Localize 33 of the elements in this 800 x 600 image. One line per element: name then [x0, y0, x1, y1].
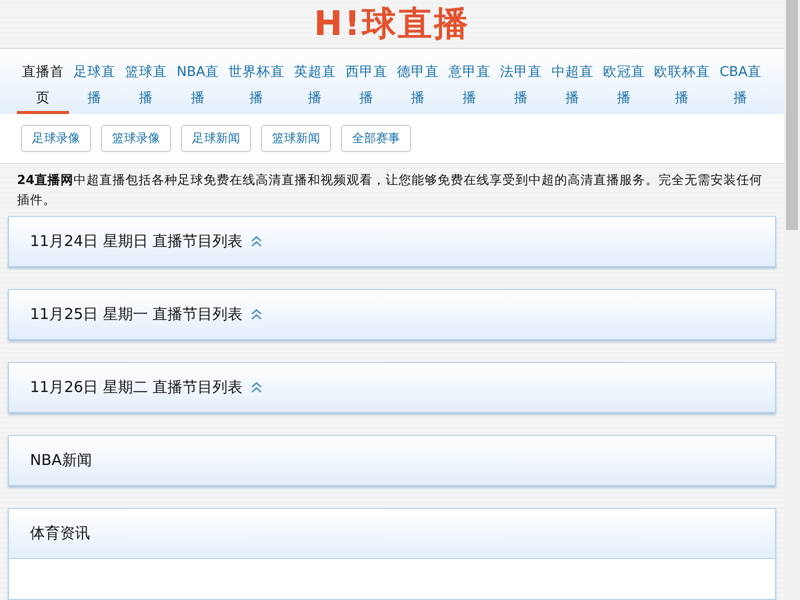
panel-title: 11月26日 星期二 直播节目列表	[30, 378, 243, 397]
chevron-up-icon[interactable]	[250, 382, 262, 393]
nav-tab[interactable]: 西甲直播	[340, 49, 392, 114]
category-link[interactable]: 篮球录像	[101, 125, 171, 152]
nav-tab[interactable]: 德甲直播	[392, 49, 444, 114]
panel-header[interactable]: 11月25日 星期一 直播节目列表	[9, 290, 775, 339]
panel-title: NBA新闻	[30, 451, 92, 470]
panel-header[interactable]: 11月24日 星期日 直播节目列表	[9, 217, 775, 266]
category-link[interactable]: 足球录像	[21, 125, 91, 152]
nav-tab[interactable]: 中超直播	[546, 49, 598, 114]
category-link[interactable]: 全部赛事	[341, 125, 411, 152]
category-link[interactable]: 足球新闻	[181, 125, 251, 152]
nav-tab[interactable]: 英超直播	[289, 49, 340, 114]
panel-title: 11月25日 星期一 直播节目列表	[30, 305, 243, 324]
site-logo[interactable]: H!球直播	[314, 0, 470, 48]
nav-tab[interactable]: 欧冠直播	[598, 49, 650, 114]
panel-header[interactable]: 体育资讯	[9, 509, 775, 558]
nav-tab[interactable]: 欧联杯直播	[650, 49, 714, 114]
panel-title: 11月24日 星期日 直播节目列表	[30, 232, 243, 251]
panel-title: 体育资讯	[30, 524, 90, 543]
nav-tab[interactable]: 意甲直播	[444, 49, 495, 114]
nav-tab[interactable]: CBA直播	[714, 49, 767, 114]
category-link[interactable]: 篮球新闻	[261, 125, 331, 152]
nav-tab[interactable]: 足球直播	[68, 49, 120, 114]
panel-header[interactable]: 11月26日 星期二 直播节目列表	[9, 363, 775, 412]
intro-text: 24直播网中超直播包括各种足球免费在线高清直播和视频观看，让您能够免费在线享受到中超的高清直播服务。完全无需安装任何插件。	[16, 171, 764, 210]
chevron-up-icon[interactable]	[250, 236, 262, 247]
nav-tab[interactable]: 法甲直播	[495, 49, 546, 114]
nav-tab[interactable]: 篮球直播	[120, 49, 172, 114]
nav-tab[interactable]: NBA直播	[172, 49, 224, 114]
chevron-up-icon[interactable]	[250, 309, 262, 320]
nav-tab[interactable]: 世界杯直播	[224, 49, 289, 114]
panel-header[interactable]: NBA新闻	[9, 436, 775, 485]
